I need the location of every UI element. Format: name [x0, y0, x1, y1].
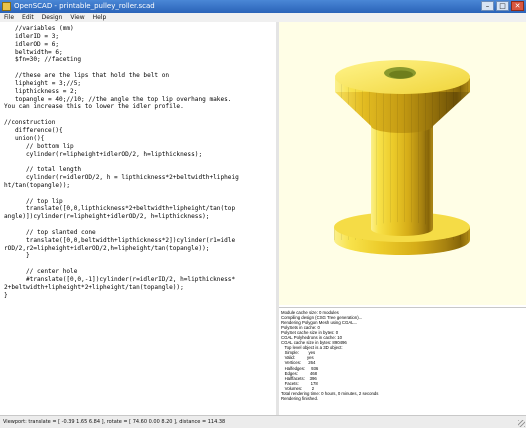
menu-view[interactable]: View — [66, 13, 88, 22]
3d-viewport[interactable] — [279, 22, 526, 305]
viewport-status: Viewport: translate = [ -0.39 1.65 6.84 … — [3, 419, 226, 425]
editor-text[interactable]: //variables (mm) idlerID = 3; idlerOD = … — [0, 22, 276, 300]
menu-help[interactable]: Help — [89, 13, 111, 22]
close-icon[interactable]: ✕ — [511, 1, 524, 11]
minimize-icon[interactable]: – — [481, 1, 494, 11]
resize-grip-icon[interactable] — [518, 420, 525, 427]
console-text: Module cache size: 0 modules Compiling d… — [281, 310, 379, 401]
menu-bar: File Edit Design View Help — [0, 13, 526, 22]
maximize-icon[interactable]: □ — [496, 1, 509, 11]
window-title: OpenSCAD - printable_pulley_roller.scad — [14, 2, 155, 10]
menu-edit[interactable]: Edit — [18, 13, 38, 22]
window-controls: – □ ✕ — [481, 1, 524, 11]
console-panel[interactable]: Module cache size: 0 modules Compiling d… — [279, 307, 526, 416]
menu-design[interactable]: Design — [38, 13, 67, 22]
app-icon — [2, 2, 11, 11]
title-bar: OpenSCAD - printable_pulley_roller.scad … — [0, 0, 526, 13]
pulley-model — [334, 60, 470, 255]
status-bar: Viewport: translate = [ -0.39 1.65 6.84 … — [0, 415, 526, 428]
code-editor[interactable]: //variables (mm) idlerID = 3; idlerOD = … — [0, 22, 277, 415]
menu-file[interactable]: File — [0, 13, 18, 22]
